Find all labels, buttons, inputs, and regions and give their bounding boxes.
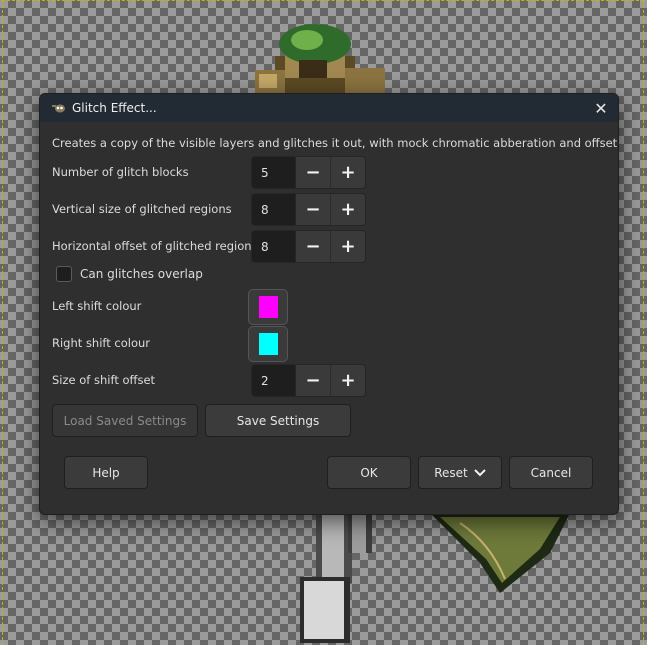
label-glitch-blocks: Number of glitch blocks: [52, 165, 189, 179]
left-shift-colour-swatch: [258, 296, 278, 318]
cancel-button[interactable]: Cancel: [509, 456, 593, 489]
overlap-checkbox-row[interactable]: Can glitches overlap: [56, 266, 203, 282]
label-shift-offset: Size of shift offset: [52, 373, 156, 387]
sprite-image-top: [255, 24, 385, 98]
shift-offset-input[interactable]: 2: [252, 365, 296, 396]
row-horizontal-offset: Horizontal offset of glitched regions: [52, 230, 258, 262]
vertical-size-increment-button[interactable]: +: [330, 194, 365, 225]
vertical-size-input[interactable]: 8: [252, 194, 296, 225]
vertical-size-spinner: 8 − +: [251, 193, 366, 226]
row-right-shift-colour: Right shift colour: [52, 327, 150, 359]
load-saved-settings-button[interactable]: Load Saved Settings: [52, 404, 198, 437]
dialog-title: Glitch Effect...: [72, 101, 157, 115]
glitch-effect-dialog: Glitch Effect... ✕ Creates a copy of the…: [39, 93, 619, 515]
glitch-blocks-increment-button[interactable]: +: [330, 157, 365, 188]
vertical-size-decrement-button[interactable]: −: [296, 194, 330, 225]
label-vertical-size: Vertical size of glitched regions: [52, 202, 232, 216]
dialog-titlebar: Glitch Effect... ✕: [40, 94, 618, 122]
reset-button-label: Reset: [434, 465, 468, 480]
horizontal-offset-increment-button[interactable]: +: [330, 231, 365, 262]
right-shift-colour-button[interactable]: [248, 326, 288, 362]
gimp-wilber-icon: [52, 104, 65, 113]
chevron-down-icon: [474, 468, 486, 476]
row-shift-offset: Size of shift offset: [52, 364, 155, 396]
horizontal-offset-spinner: 8 − +: [251, 230, 366, 263]
label-left-shift-colour: Left shift colour: [52, 299, 142, 313]
overlap-checkbox[interactable]: [56, 266, 72, 282]
help-button[interactable]: Help: [64, 456, 148, 489]
horizontal-offset-decrement-button[interactable]: −: [296, 231, 330, 262]
shift-offset-spinner: 2 − +: [251, 364, 366, 397]
left-shift-colour-button[interactable]: [248, 289, 288, 325]
dialog-description: Creates a copy of the visible layers and…: [52, 136, 619, 150]
shift-offset-decrement-button[interactable]: −: [296, 365, 330, 396]
ok-button[interactable]: OK: [327, 456, 411, 489]
glitch-blocks-decrement-button[interactable]: −: [296, 157, 330, 188]
reset-button[interactable]: Reset: [418, 456, 502, 489]
label-right-shift-colour: Right shift colour: [52, 336, 151, 350]
right-shift-colour-swatch: [258, 333, 278, 355]
horizontal-offset-input[interactable]: 8: [252, 231, 296, 262]
glitch-blocks-spinner: 5 − +: [251, 156, 366, 189]
save-settings-button[interactable]: Save Settings: [205, 404, 351, 437]
shift-offset-increment-button[interactable]: +: [330, 365, 365, 396]
close-icon[interactable]: ✕: [590, 97, 612, 119]
sprite-image-bottom: [300, 513, 570, 643]
row-vertical-size: Vertical size of glitched regions: [52, 193, 232, 225]
label-horizontal-offset: Horizontal offset of glitched regions: [52, 239, 258, 253]
overlap-checkbox-label[interactable]: Can glitches overlap: [80, 267, 203, 281]
glitch-blocks-input[interactable]: 5: [252, 157, 296, 188]
row-glitch-blocks: Number of glitch blocks: [52, 156, 189, 188]
row-left-shift-colour: Left shift colour: [52, 290, 141, 322]
